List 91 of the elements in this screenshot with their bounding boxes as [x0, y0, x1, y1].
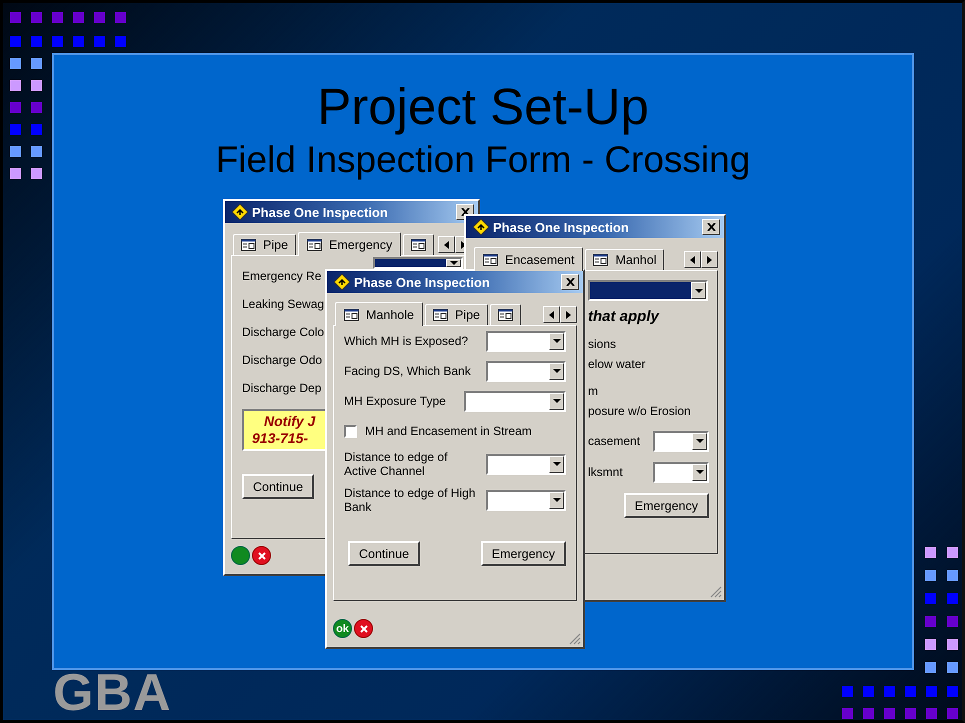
tab-scroll-left-button[interactable] — [543, 306, 560, 323]
option-label: m — [588, 383, 598, 400]
close-button[interactable] — [561, 274, 579, 290]
notice-text: 913-715- — [252, 430, 308, 447]
close-icon — [460, 208, 470, 216]
continue-button[interactable]: Continue — [242, 474, 314, 499]
dropdown-arrow-icon — [552, 498, 560, 502]
tab-scroll-left-button[interactable] — [438, 236, 455, 253]
emergency-button[interactable]: Emergency — [624, 493, 709, 518]
option-label: posure w/o Erosion — [588, 403, 691, 420]
form-icon — [411, 239, 426, 251]
tab-scroll-right-button[interactable] — [701, 251, 718, 268]
form-icon — [593, 254, 608, 266]
logo: GBA — [53, 670, 172, 716]
tab[interactable]: Manhol — [585, 249, 664, 270]
emergency-button[interactable]: Emergency — [480, 541, 566, 566]
field-label: MH Exposure Type — [344, 394, 446, 408]
resize-grip-icon[interactable] — [569, 633, 581, 645]
dropdown-field[interactable] — [653, 430, 709, 452]
continue-button[interactable]: Continue — [348, 541, 420, 566]
form-icon — [344, 308, 359, 320]
dropdown-field[interactable] — [653, 462, 709, 482]
field-label: Which MH is Exposed? — [344, 334, 468, 348]
dropdown-arrow-icon — [450, 261, 458, 265]
diamond-icon — [334, 274, 350, 290]
right-triangle-icon — [707, 256, 712, 264]
dropdown-arrow-icon — [696, 470, 704, 474]
resize-grip-icon[interactable] — [710, 586, 722, 598]
left-triangle-icon — [690, 256, 695, 264]
x-icon — [258, 552, 266, 560]
tab[interactable]: Manhole — [335, 302, 423, 326]
dropdown-field[interactable] — [464, 390, 566, 412]
tab[interactable]: Pipe — [424, 304, 488, 325]
dropdown-arrow-icon — [552, 399, 560, 403]
notice-text: Notify J — [264, 413, 316, 430]
diamond-icon — [473, 219, 489, 235]
form-icon — [498, 309, 513, 321]
checkbox-label: MH and Encasement in Stream — [365, 424, 532, 438]
form-icon — [483, 254, 498, 266]
cancel-button[interactable] — [252, 546, 271, 565]
dropdown-field[interactable] — [486, 454, 566, 474]
dropdown-arrow-icon — [552, 462, 560, 466]
close-icon — [566, 278, 574, 286]
ok-button[interactable] — [231, 546, 250, 565]
left-triangle-icon — [549, 310, 554, 318]
field-label: casement — [588, 434, 640, 448]
dropdown-field[interactable] — [486, 330, 566, 352]
dropdown-arrow-icon — [552, 369, 560, 373]
window-title: Phase One Inspection — [354, 274, 490, 290]
window-title: Phase One Inspection — [252, 204, 388, 220]
left-triangle-icon — [444, 240, 449, 248]
dropdown-arrow-icon — [696, 439, 704, 443]
slide-subtitle: Field Inspection Form - Crossing — [216, 138, 750, 182]
ok-button[interactable]: ok — [333, 619, 352, 638]
field-label: lksmnt — [588, 465, 623, 479]
dropdown-arrow-icon — [552, 339, 560, 343]
cancel-button[interactable] — [354, 619, 373, 638]
close-button[interactable] — [702, 219, 720, 235]
checkbox[interactable] — [344, 424, 357, 438]
dropdown-field[interactable] — [588, 280, 708, 301]
window-title: Phase One Inspection — [493, 220, 629, 234]
diamond-icon — [232, 204, 248, 220]
field-label: Distance to edge of High Bank — [344, 486, 476, 514]
tab[interactable]: Pipe — [233, 234, 296, 255]
form-icon — [307, 238, 322, 250]
tab[interactable]: Emergency — [298, 232, 402, 256]
dropdown-field[interactable] — [486, 490, 566, 510]
close-icon — [706, 223, 716, 231]
field-label: Distance to edge of Active Channel — [344, 450, 448, 478]
form-icon — [241, 239, 256, 251]
dropdown-field[interactable] — [373, 257, 463, 269]
field-label: Discharge Odo — [242, 353, 322, 367]
dropdown-arrow-icon — [694, 288, 702, 292]
dropdown-field[interactable] — [486, 360, 566, 382]
field-label: Discharge Dep — [242, 381, 322, 395]
tab-scroll-left-button[interactable] — [684, 251, 701, 268]
tab[interactable] — [403, 234, 434, 255]
x-icon — [360, 624, 368, 632]
field-label: Discharge Colo — [242, 325, 324, 339]
slide-title: Project Set-Up — [317, 79, 649, 135]
option-label: sions — [588, 336, 616, 353]
tab[interactable] — [490, 304, 521, 325]
form-icon — [432, 309, 448, 321]
tab[interactable]: Encasement — [474, 247, 584, 271]
section-heading: that apply — [588, 307, 659, 327]
tab-scroll-right-button[interactable] — [560, 306, 577, 323]
field-label: Emergency Re — [242, 269, 322, 283]
right-triangle-icon — [566, 310, 571, 318]
option-label: elow water — [588, 356, 646, 373]
field-label: Leaking Sewag — [242, 297, 324, 311]
field-label: Facing DS, Which Bank — [344, 364, 471, 378]
